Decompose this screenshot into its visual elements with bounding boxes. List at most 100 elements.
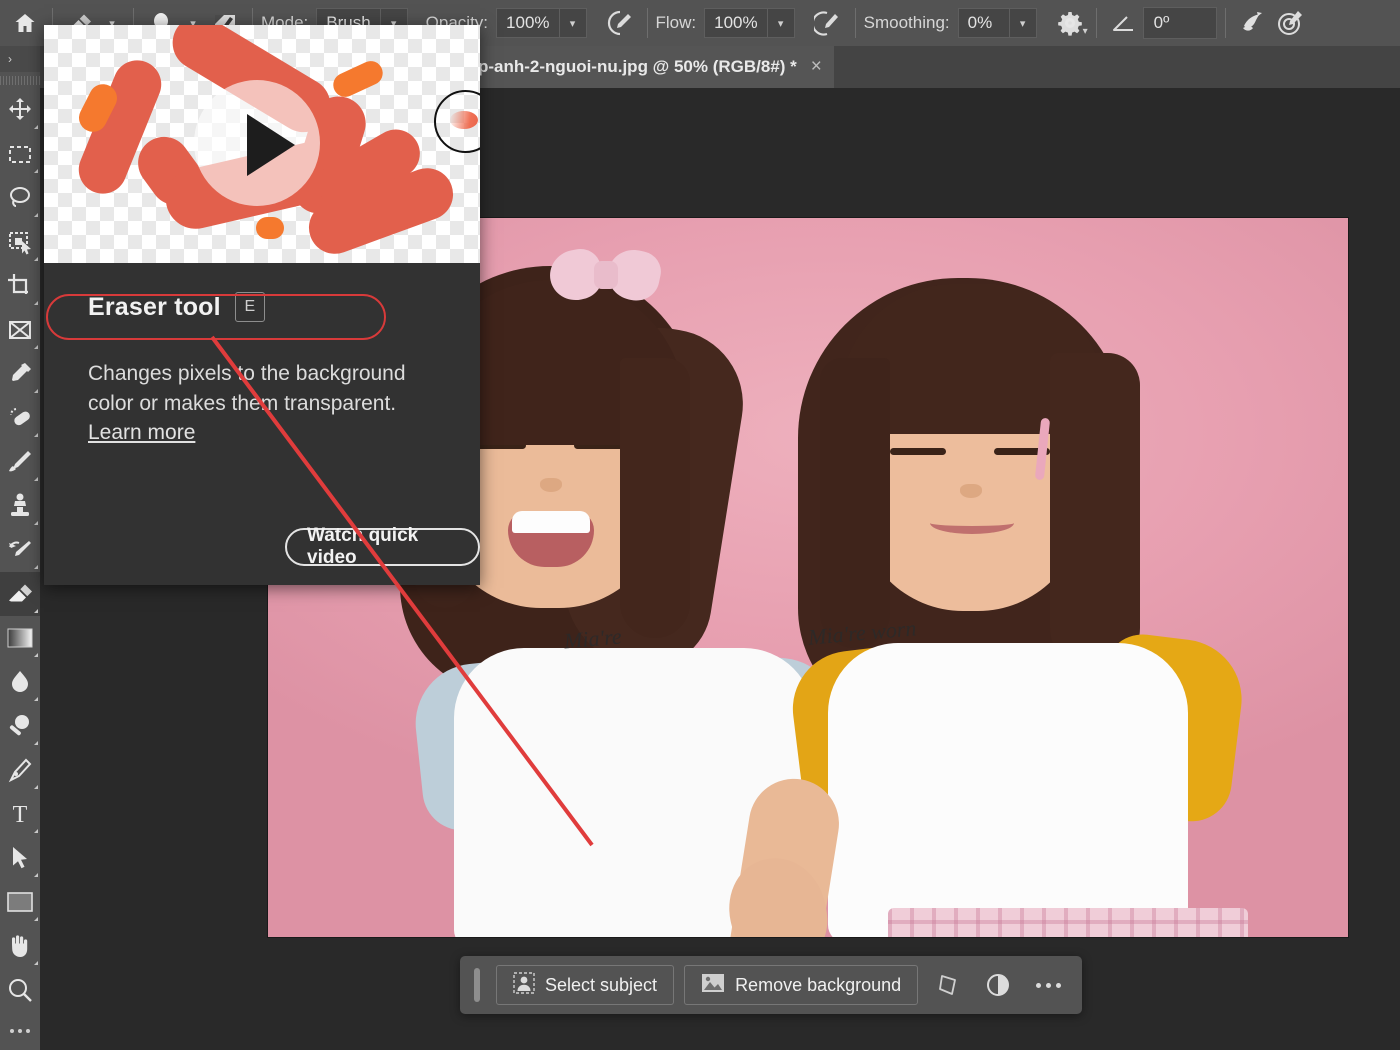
erase-to-history-icon[interactable] (1272, 4, 1310, 42)
gear-chevron-down-icon[interactable]: ▾ (1083, 26, 1088, 37)
thumb-stroke-10 (256, 217, 284, 239)
photo-shirt-script-left: Mia're (562, 623, 623, 654)
toolbar-expand-button[interactable]: › (0, 46, 40, 72)
tool-gradient[interactable] (0, 616, 40, 660)
smoothing-value[interactable]: 0% (957, 8, 1010, 38)
more-tools-ellipsis-icon[interactable] (0, 1012, 40, 1050)
close-icon[interactable]: × (811, 56, 822, 78)
tool-path-selection[interactable] (0, 836, 40, 880)
tool-history-brush[interactable] (0, 528, 40, 572)
photoshop-window: ▾ ▾ Mode: Brush ▾ Opacity: 100% ▾ Flow: … (0, 0, 1400, 1050)
learn-more-link[interactable]: Learn more (70, 421, 195, 445)
flow-value[interactable]: 100% (704, 8, 768, 38)
select-subject-label: Select subject (545, 974, 658, 995)
play-icon[interactable] (247, 114, 295, 176)
tool-flyout-corner-icon (34, 829, 38, 833)
tool-rectangle[interactable] (0, 880, 40, 924)
home-icon[interactable] (6, 4, 44, 42)
photo-girl1-hair-side-right (620, 358, 690, 638)
opacity-value[interactable]: 100% (496, 8, 560, 38)
tool-eyedropper[interactable] (0, 352, 40, 396)
task-bar-drag-handle[interactable] (474, 968, 480, 1002)
tool-flyout-corner-icon (34, 653, 38, 657)
tool-type[interactable]: T (0, 792, 40, 836)
smoothing-chevron-down-icon[interactable]: ▾ (1009, 8, 1037, 38)
tool-flyout-corner-icon (34, 301, 38, 305)
separator (854, 8, 856, 38)
tool-flyout-corner-icon (34, 609, 38, 613)
tool-flyout-corner-icon (34, 697, 38, 701)
tool-hand[interactable] (0, 924, 40, 968)
tool-eraser[interactable] (0, 572, 40, 616)
transform-icon[interactable] (928, 965, 968, 1005)
tool-zoom[interactable] (0, 968, 40, 1012)
toolbar-drag-handle[interactable] (0, 72, 40, 88)
tool-clone-stamp[interactable] (0, 484, 40, 528)
photo-girl2-mouth (930, 512, 1014, 534)
tool-flyout-corner-icon (34, 961, 38, 965)
document-tab[interactable]: p-anh-2-nguoi-nu.jpg @ 50% (RGB/8#) * × (460, 46, 834, 88)
pressure-size-icon[interactable] (1234, 4, 1272, 42)
photo-plaid-skirt (888, 908, 1248, 937)
contextual-task-bar[interactable]: Select subject Remove background (460, 956, 1083, 1014)
flow-chevron-down-icon[interactable]: ▾ (767, 8, 795, 38)
tool-flyout-corner-icon (34, 785, 38, 789)
tool-tip-body: Eraser tool E Changes pixels to the back… (44, 263, 480, 445)
thumb-stroke-9 (329, 57, 387, 101)
svg-text:T: T (13, 802, 28, 827)
remove-background-label: Remove background (735, 974, 902, 995)
pressure-opacity-icon[interactable] (601, 4, 639, 42)
separator (646, 8, 648, 38)
tool-flyout-corner-icon (34, 433, 38, 437)
angle-icon (1105, 4, 1143, 42)
tool-rectangular-marquee[interactable] (0, 132, 40, 176)
tool-tip-description: Changes pixels to the background color o… (70, 359, 454, 419)
tool-tip-shortcut-key: E (234, 292, 265, 322)
tool-flyout-corner-icon (34, 125, 38, 129)
flow-label: Flow: (655, 13, 697, 32)
image-icon (701, 972, 725, 999)
tools-panel: › T (0, 46, 40, 1050)
tool-healing-brush[interactable] (0, 396, 40, 440)
person-selection-icon (513, 971, 535, 999)
photo-girl1-teeth (512, 511, 590, 533)
tool-flyout-corner-icon (34, 873, 38, 877)
smoothing-label: Smoothing: (863, 13, 950, 32)
remove-background-button[interactable]: Remove background (684, 965, 919, 1005)
tool-pen[interactable] (0, 748, 40, 792)
tool-frame[interactable] (0, 308, 40, 352)
tool-tip-video-thumbnail[interactable] (44, 25, 480, 263)
tool-brush[interactable] (0, 440, 40, 484)
tool-flyout-corner-icon (34, 257, 38, 261)
separator (1224, 8, 1226, 38)
tool-tip-description-line2: color or makes them transparent. (88, 392, 397, 415)
watch-quick-video-label: Watch quick video (307, 525, 419, 568)
separator (1095, 8, 1097, 38)
photo-girl1-hair-bow (545, 245, 665, 305)
tool-blur[interactable] (0, 660, 40, 704)
opacity-chevron-down-icon[interactable]: ▾ (559, 8, 587, 38)
select-subject-button[interactable]: Select subject (496, 965, 675, 1005)
tool-flyout-corner-icon (34, 917, 38, 921)
tool-tip-title: Eraser tool (88, 292, 221, 321)
tool-flyout-corner-icon (34, 389, 38, 393)
angle-value[interactable]: 0º (1142, 7, 1217, 39)
airbrush-icon[interactable] (809, 4, 847, 42)
tool-flyout-corner-icon (34, 345, 38, 349)
tool-lasso[interactable] (0, 176, 40, 220)
tool-flyout-corner-icon (34, 213, 38, 217)
tool-flyout-corner-icon (34, 477, 38, 481)
tool-crop[interactable] (0, 264, 40, 308)
watch-quick-video-button[interactable]: Watch quick video (285, 525, 480, 568)
photo-girl1-nose (540, 478, 562, 492)
tool-move[interactable] (0, 88, 40, 132)
contrast-half-circle-icon[interactable] (978, 965, 1018, 1005)
tool-object-selection[interactable] (0, 220, 40, 264)
tool-tip-popup[interactable]: Eraser tool E Changes pixels to the back… (44, 25, 480, 585)
ellipsis-icon[interactable] (1028, 965, 1068, 1005)
tool-flyout-corner-icon (34, 741, 38, 745)
photo-girl2-eye-left (890, 448, 946, 455)
photo-girl2-hair-side-left (820, 358, 890, 648)
tool-dodge[interactable] (0, 704, 40, 748)
tool-tip-title-row: Eraser tool E (70, 285, 454, 329)
